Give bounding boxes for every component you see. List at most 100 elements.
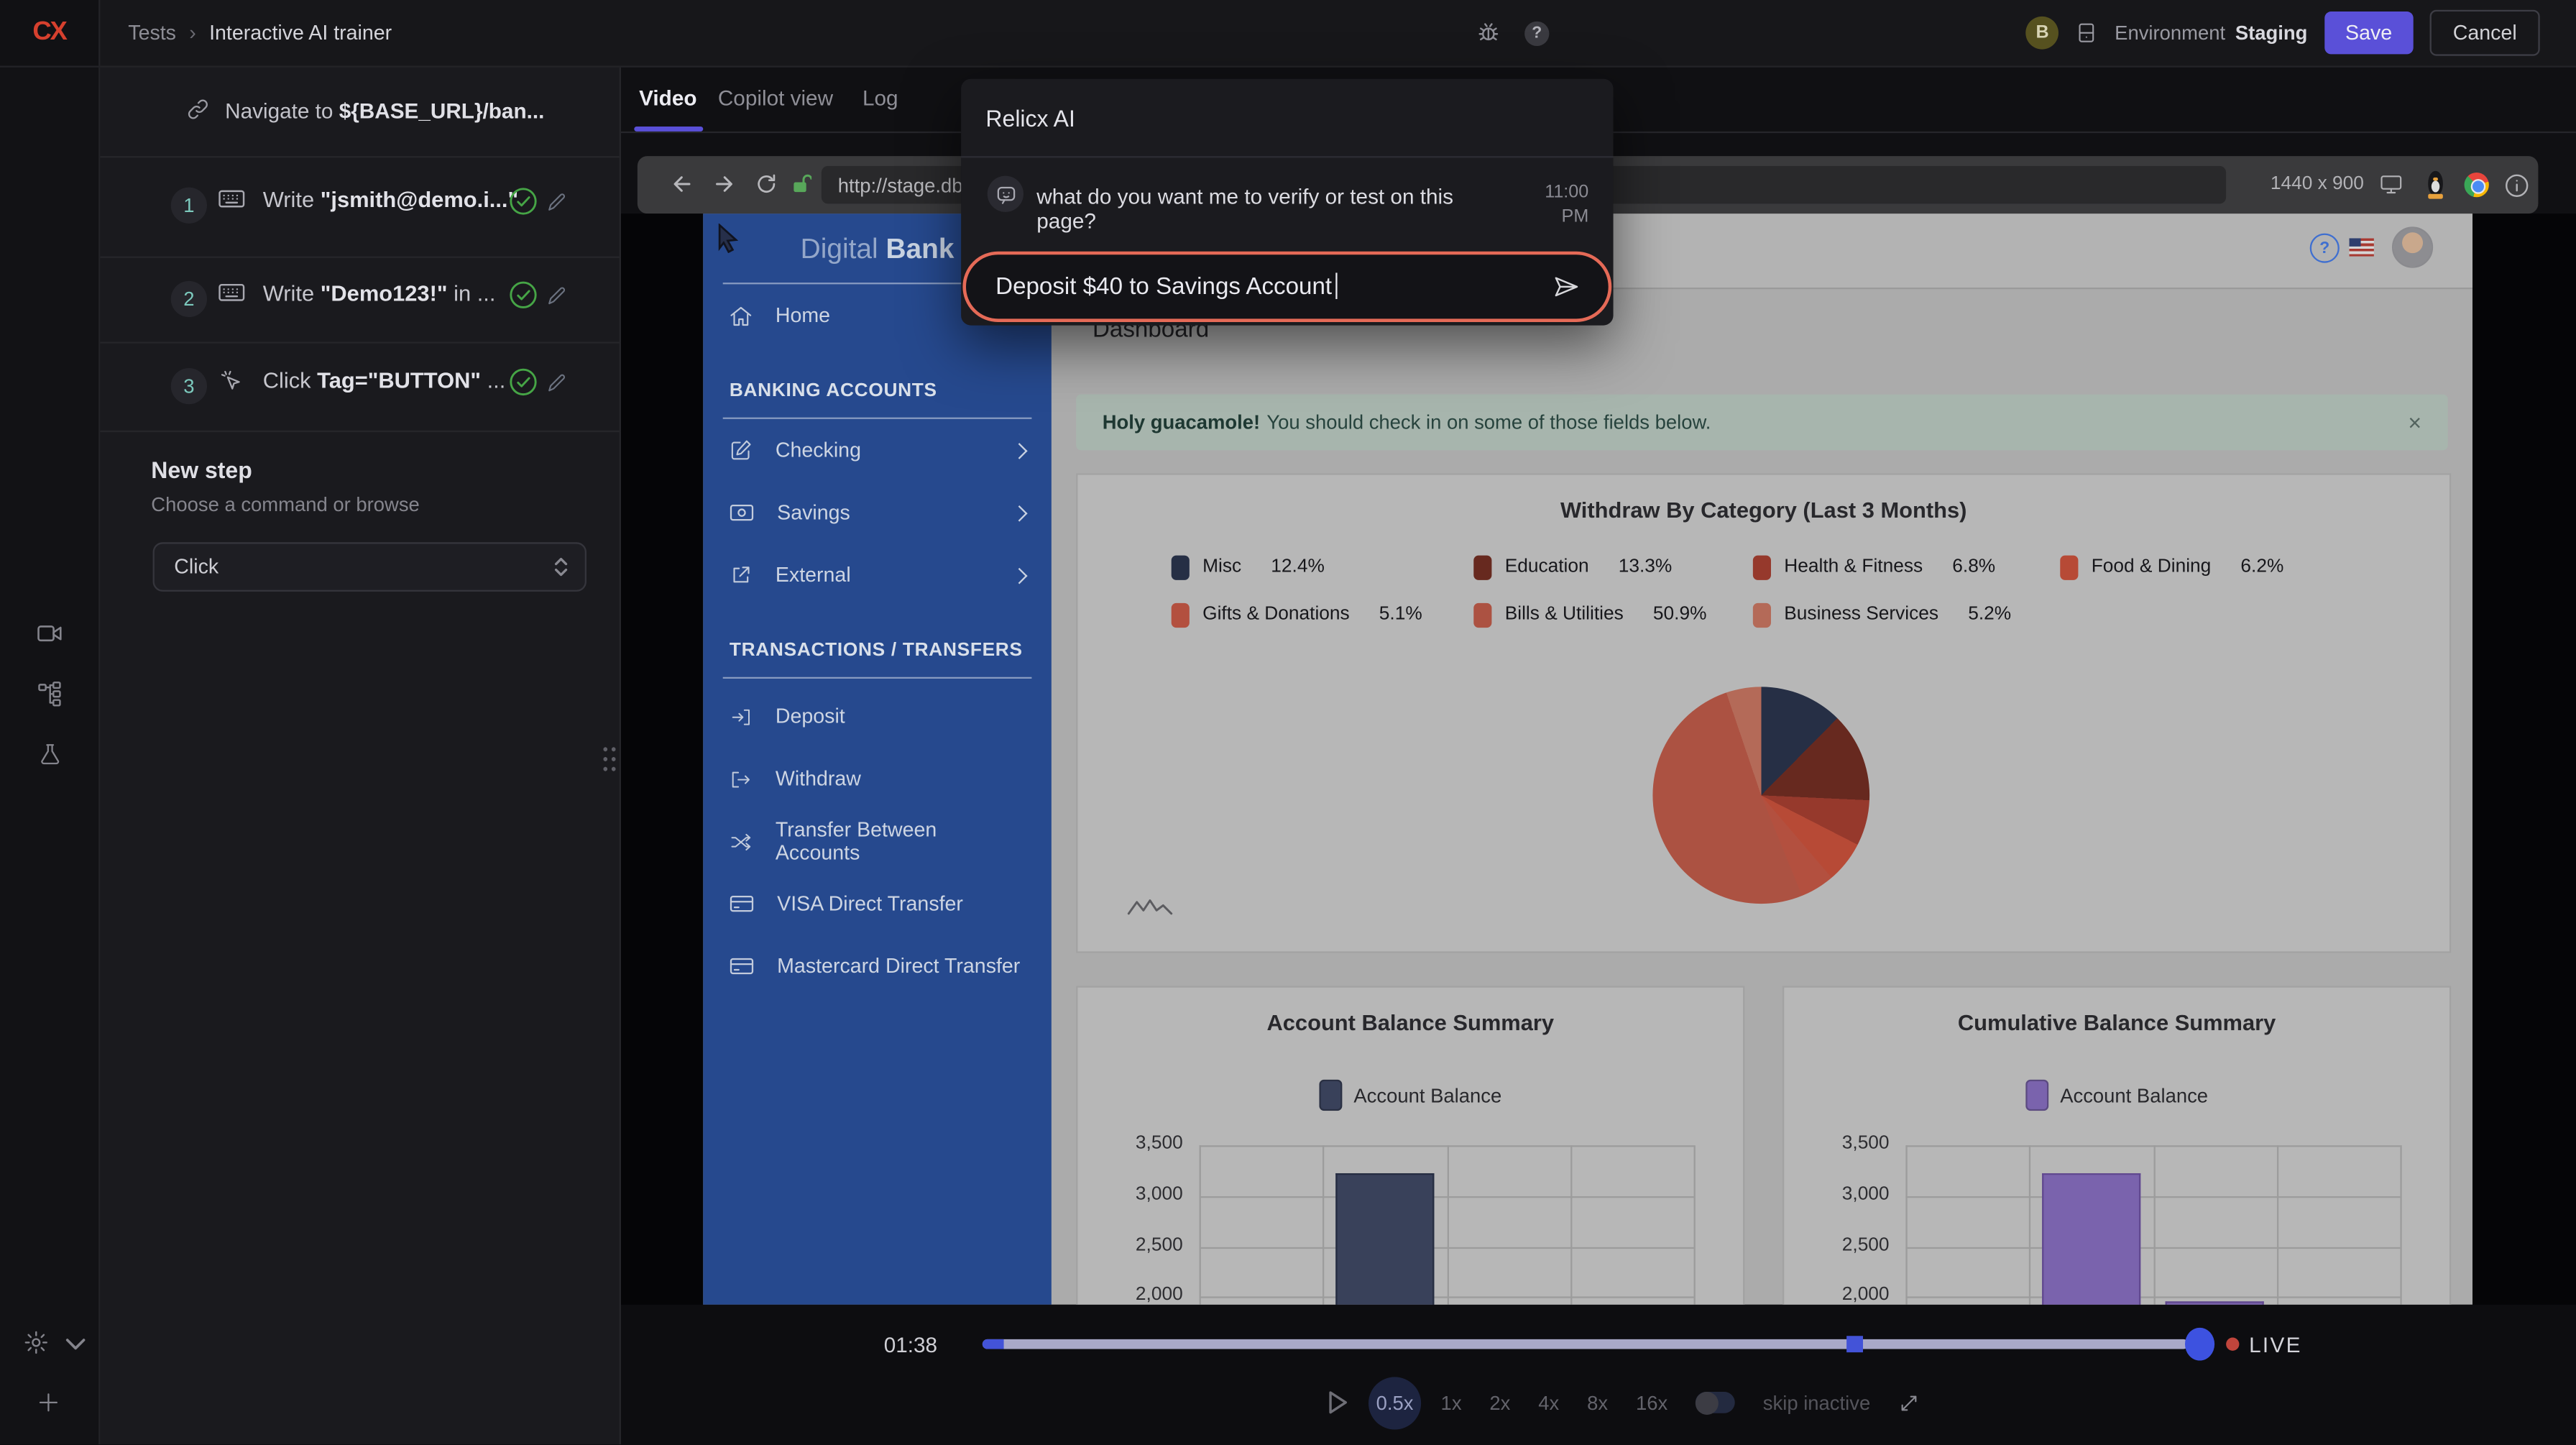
keyboard-icon <box>218 189 245 208</box>
chrome-icon <box>2465 173 2489 197</box>
bank-nav-savings[interactable]: Savings <box>703 482 1052 544</box>
resolution-label: 1440 x 900 <box>2271 174 2364 193</box>
bar-plot <box>1905 1145 2400 1304</box>
monitor-icon[interactable] <box>2379 173 2404 196</box>
skip-inactive-toggle[interactable] <box>1696 1392 1735 1413</box>
add-step-icon[interactable] <box>36 1390 60 1415</box>
bank-nav-mastercard-transfer[interactable]: Mastercard Direct Transfer <box>703 935 1052 998</box>
legend-item: Food & Dining6.2% <box>2060 551 2355 584</box>
playback-time: 01:38 <box>884 1332 937 1357</box>
chevron-down-icon[interactable] <box>65 1338 85 1351</box>
tab-log[interactable]: Log <box>862 86 898 110</box>
seek-played-segment <box>983 1339 1004 1349</box>
cursor-click-icon <box>218 368 243 393</box>
seek-knob[interactable] <box>2185 1327 2214 1360</box>
chevron-right-icon <box>1011 442 1028 459</box>
top-bar: CX Tests › Interactive AI trainer ? B En… <box>0 0 2576 68</box>
credit-card-icon <box>730 894 754 913</box>
link-icon <box>185 97 210 121</box>
us-flag-icon[interactable] <box>2350 238 2374 256</box>
step-row-3[interactable]: 3 Click Tag="BUTTON" ... <box>100 341 619 430</box>
mouse-cursor-icon <box>717 224 743 253</box>
legend-swatch <box>1473 602 1491 627</box>
environment-label: Environment <box>2115 22 2225 45</box>
speed-4x-button[interactable]: 4x <box>1538 1391 1559 1414</box>
cancel-button[interactable]: Cancel <box>2430 10 2540 56</box>
step-number: 1 <box>171 188 207 224</box>
fullscreen-icon[interactable] <box>1898 1391 1921 1414</box>
legend-swatch <box>1172 602 1190 627</box>
legend-swatch <box>1172 554 1190 579</box>
forward-icon[interactable] <box>712 173 736 196</box>
breadcrumb-tests-link[interactable]: Tests <box>128 22 176 45</box>
video-viewport[interactable]: Digital Bank Home BANKING ACCOUNTS <box>621 214 2576 1304</box>
alert-close-icon[interactable]: × <box>2408 409 2421 436</box>
navigate-step-text: Navigate to ${BASE_URL}/ban... <box>225 98 544 123</box>
seek-marker[interactable] <box>1846 1335 1863 1352</box>
save-button[interactable]: Save <box>2324 12 2414 54</box>
divider <box>100 431 619 432</box>
video-player-bar: 01:38 LIVE 0.5x 1x 2x 4x 8x 16x skip ina… <box>621 1304 2576 1445</box>
bank-nav-transfer[interactable]: Transfer Between Accounts <box>703 810 1052 873</box>
home-icon <box>730 305 753 326</box>
speed-2x-button[interactable]: 2x <box>1489 1391 1510 1414</box>
bank-help-icon[interactable]: ? <box>2310 234 2340 263</box>
command-select-value: Click <box>174 556 218 579</box>
navigate-step[interactable]: Navigate to ${BASE_URL}/ban... <box>100 65 619 156</box>
tab-video[interactable]: Video <box>639 86 696 110</box>
speed-8x-button[interactable]: 8x <box>1587 1391 1608 1414</box>
sitemap-icon[interactable] <box>36 680 64 707</box>
video-camera-icon[interactable] <box>36 621 64 646</box>
breadcrumb-current: Interactive AI trainer <box>209 22 392 45</box>
environment-value[interactable]: Staging <box>2235 22 2308 45</box>
speed-16x-button[interactable]: 16x <box>1636 1391 1668 1414</box>
step-row-2[interactable]: 2 Write "Demo123!" in ... <box>100 257 619 342</box>
chevron-right-icon <box>1011 505 1028 521</box>
withdraw-category-card: Withdraw By Category (Last 3 Months) Mis… <box>1076 473 2451 953</box>
legend-item: Business Services5.2% <box>1753 598 2060 631</box>
player-controls: 0.5x 1x 2x 4x 8x 16x skip inactive <box>1328 1376 1921 1428</box>
bank-user-avatar[interactable] <box>2392 226 2433 267</box>
legend-item: Education13.3% <box>1473 551 1753 584</box>
bank-nav-withdraw[interactable]: Withdraw <box>703 748 1052 810</box>
ai-prompt-input[interactable]: Deposit $40 to Savings Account <box>962 252 1611 322</box>
help-icon[interactable]: ? <box>1524 21 1549 45</box>
shuffle-icon <box>730 830 753 852</box>
bug-icon[interactable] <box>1476 19 1502 46</box>
step-row-1[interactable]: 1 Write "jsmith@demo.i..." <box>100 156 619 256</box>
bank-nav-visa-transfer[interactable]: VISA Direct Transfer <box>703 873 1052 935</box>
panel-resize-handle[interactable] <box>602 744 620 774</box>
message-timestamp: 11:00 PM <box>1519 180 1588 230</box>
seek-bar[interactable] <box>983 1339 2189 1349</box>
refresh-icon[interactable] <box>754 173 778 196</box>
chat-bot-icon <box>988 176 1024 212</box>
tab-copilot-view[interactable]: Copilot view <box>718 86 833 110</box>
info-icon[interactable] <box>2503 173 2530 199</box>
gear-icon[interactable] <box>23 1329 50 1356</box>
step-text: Write "Demo123!" in ... <box>263 281 496 306</box>
user-avatar[interactable]: B <box>2026 17 2059 50</box>
ai-prompt-value: Deposit $40 to Savings Account <box>995 272 1338 301</box>
edit-pencil-icon[interactable] <box>546 372 569 395</box>
chevron-right-icon <box>1011 567 1028 584</box>
app-logo[interactable]: CX <box>0 0 100 65</box>
edit-pencil-icon[interactable] <box>546 284 569 307</box>
flask-icon[interactable] <box>38 741 63 768</box>
back-icon[interactable] <box>671 173 695 196</box>
legend-swatch <box>2060 554 2078 579</box>
edit-pencil-icon[interactable] <box>546 191 569 214</box>
account-balance-card: Account Balance Summary Account Balance … <box>1076 986 1744 1303</box>
bank-nav-deposit[interactable]: Deposit <box>703 685 1052 748</box>
bank-nav-checking[interactable]: Checking <box>703 419 1052 482</box>
bar-chart-title: Account Balance Summary <box>1077 1011 1743 1035</box>
bank-nav-external[interactable]: External <box>703 544 1052 607</box>
bank-section-transactions: TRANSACTIONS / TRANSFERS <box>703 634 1052 667</box>
bar-chart-title: Cumulative Balance Summary <box>1784 1011 2450 1035</box>
legend-swatch <box>1753 602 1771 627</box>
play-icon[interactable] <box>1328 1390 1349 1415</box>
command-select[interactable]: Click <box>153 542 586 592</box>
speed-1x-button[interactable]: 1x <box>1441 1391 1462 1414</box>
sign-out-icon <box>730 769 753 790</box>
speed-0-5x-button[interactable]: 0.5x <box>1368 1376 1421 1428</box>
send-icon[interactable] <box>1552 275 1581 299</box>
